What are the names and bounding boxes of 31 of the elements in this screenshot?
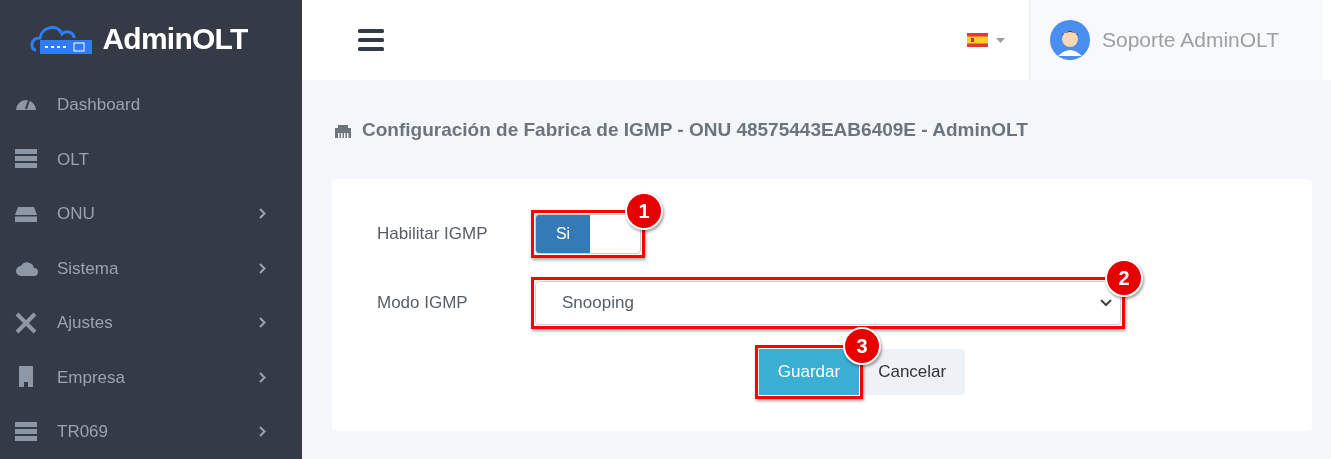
- chevron-right-icon: [259, 371, 266, 383]
- chevron-right-icon: [259, 262, 266, 274]
- step-number: 2: [1105, 258, 1143, 297]
- chevron-right-icon: [259, 426, 266, 438]
- user-name: Soporte AdminOLT: [1102, 27, 1280, 54]
- field-label: Habilitar IGMP: [377, 222, 489, 245]
- field-label: Modo IGMP: [377, 291, 469, 314]
- sidebar-item[interactable]: Sistema: [0, 241, 302, 296]
- tools-icon: [14, 311, 38, 334]
- sidebar-item[interactable]: TR069: [0, 404, 302, 459]
- sidebar-item[interactable]: Ajustes: [0, 295, 302, 350]
- page-title: Configuración de Fabrica de IGMP - ONU 48575443EAB6409E - AdminOLT: [362, 118, 1028, 142]
- chevron-down-icon: [1100, 298, 1112, 307]
- sidebar-item[interactable]: Dashboard: [0, 77, 302, 132]
- sidebar-item[interactable]: Empresa: [0, 350, 302, 405]
- flag-icon: [967, 33, 988, 47]
- ethernet-port-icon: [332, 122, 354, 139]
- language-dropdown[interactable]: [967, 33, 1005, 47]
- menu-icon[interactable]: [358, 29, 384, 51]
- user-menu[interactable]: Soporte AdminOLT: [1029, 0, 1323, 80]
- server-icon: [14, 420, 38, 443]
- brand-name: AdminOLT: [102, 21, 248, 58]
- step-number: 1: [625, 191, 663, 230]
- sidebar-item[interactable]: ONU: [0, 186, 302, 241]
- caret-icon: [996, 37, 1005, 43]
- avatar-icon: [1050, 20, 1090, 60]
- chevron-right-icon: [259, 317, 266, 329]
- sidebar-item[interactable]: OLT: [0, 132, 302, 187]
- toggle-label: Si: [536, 214, 590, 253]
- chevron-right-icon: [259, 208, 266, 220]
- server-icon: [14, 148, 38, 171]
